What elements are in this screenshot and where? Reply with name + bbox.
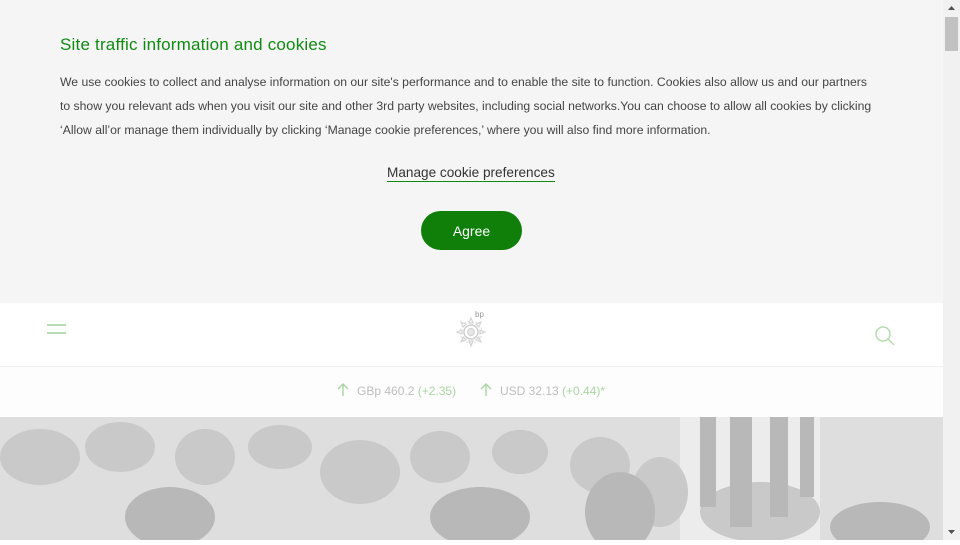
ticker-item-usd[interactable]: USD 32.13 (+0.44)* (480, 383, 605, 399)
manage-cookie-preferences-link[interactable]: Manage cookie preferences (387, 165, 555, 182)
scroll-down-arrow-icon[interactable] (943, 523, 960, 540)
ticker-price: USD 32.13 (500, 384, 559, 398)
logo-text: bp (475, 310, 484, 319)
hero-image (0, 417, 943, 540)
arrow-up-icon (337, 383, 349, 397)
scroll-up-arrow-icon[interactable] (943, 0, 960, 17)
ticker-change: (+2.35) (417, 384, 457, 398)
bp-helios-logo[interactable] (451, 306, 493, 352)
vertical-scrollbar[interactable] (943, 0, 960, 540)
ticker-item-gbp[interactable]: GBp 460.2 (+2.35) (337, 383, 456, 399)
hamburger-menu-icon[interactable] (47, 322, 67, 336)
cookie-banner-title: Site traffic information and cookies (60, 35, 327, 54)
ticker-price: GBp 460.2 (357, 384, 415, 398)
cookie-banner-text: We use cookies to collect and analyse in… (60, 75, 872, 137)
cookie-banner: Site traffic information and cookies We … (0, 0, 943, 303)
agree-button[interactable]: Agree (421, 211, 522, 250)
ticker-change: (+0.44)* (562, 384, 606, 398)
scrollbar-thumb[interactable] (945, 17, 958, 51)
search-icon[interactable] (874, 325, 896, 347)
page: Site traffic information and cookies We … (0, 0, 943, 540)
stock-ticker (0, 367, 943, 416)
arrow-up-icon (480, 383, 492, 397)
